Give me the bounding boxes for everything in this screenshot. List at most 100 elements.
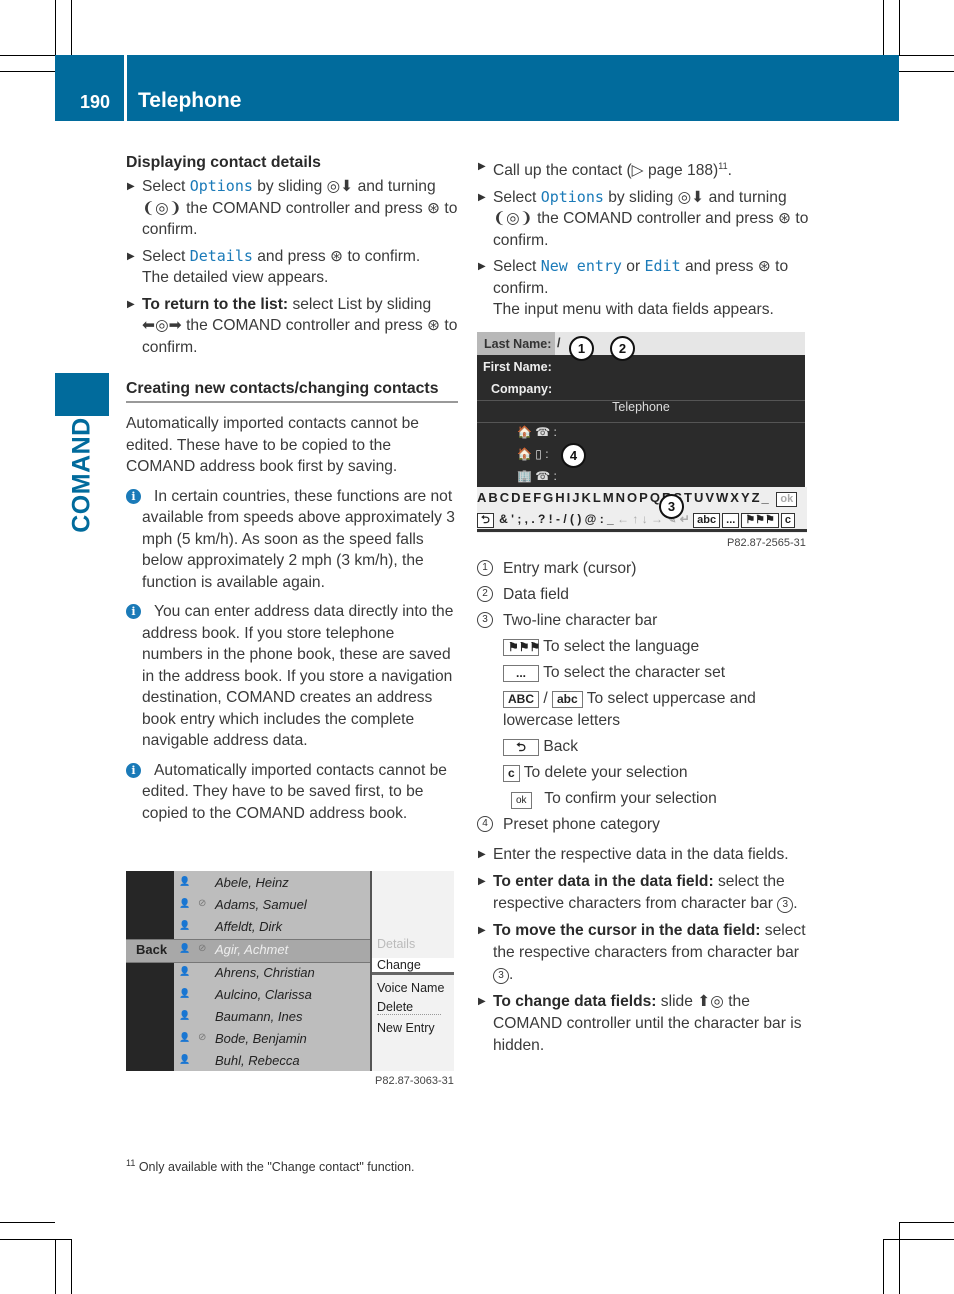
step: Select Options by sliding ◎⬇ and turning… xyxy=(477,187,812,252)
left-column: Displaying contact details Select Option… xyxy=(126,152,458,832)
person-icon: 👤 xyxy=(179,943,191,953)
back-key[interactable]: ⮌ xyxy=(477,513,494,528)
contact-row[interactable]: 👤 ⊘ Bode, Benjamin xyxy=(174,1029,370,1051)
contact-row[interactable]: 👤 Abele, Heinz xyxy=(174,873,370,895)
step-result: The input menu with data fields appears. xyxy=(493,301,774,319)
contact-name: Affeldt, Dirk xyxy=(215,919,283,934)
legend-item: 2 Data field xyxy=(477,584,812,606)
callout-1: 1 xyxy=(569,336,594,361)
ui-term-details: Details xyxy=(189,246,253,265)
input-menu-screenshot: Last Name: / First Name: Company: Teleph… xyxy=(477,332,807,533)
home-phone-row[interactable]: 🏠 ☎ : xyxy=(517,425,557,439)
menu-item-new-entry[interactable]: New Entry xyxy=(377,1021,435,1035)
legend-sub-item: ok To confirm your selection xyxy=(477,788,812,810)
person-icon: 👤 xyxy=(179,1032,191,1042)
info-note: i Automatically imported contacts cannot… xyxy=(126,760,458,825)
options-menu: Details Change Voice Name Delete New Ent… xyxy=(372,871,454,1071)
crop-mark xyxy=(883,0,884,55)
menu-item-change[interactable]: Change xyxy=(372,958,454,975)
person-icon: 👤 xyxy=(179,920,191,930)
ok-key[interactable]: ok xyxy=(776,492,798,507)
step: To move the cursor in the data field: se… xyxy=(477,920,812,986)
contact-row[interactable]: 👤 Buhl, Rebecca xyxy=(174,1051,370,1073)
contact-row[interactable]: 👤 Aulcino, Clarissa xyxy=(174,985,370,1007)
contact-list: 👤 Abele, Heinz 👤 ⊘ Adams, Samuel 👤 Affeldt, Di… xyxy=(174,871,370,1071)
contact-name: Adams, Samuel xyxy=(215,897,307,912)
divider xyxy=(477,422,805,423)
crop-mark xyxy=(55,0,56,55)
charset-key-icon: ... xyxy=(503,665,539,682)
bottom-bar xyxy=(477,529,807,532)
info-icon: i xyxy=(126,488,141,504)
step: Enter the respective data in the data fi… xyxy=(477,844,812,866)
page-title: Telephone xyxy=(138,89,242,112)
step: Call up the contact (▷ page 188)11. xyxy=(477,156,812,182)
language-key-icon: ⚑⚑⚑ xyxy=(503,639,540,656)
voice-icon: ⊘ xyxy=(198,898,207,909)
character-bar-line2[interactable]: ⮌ & ' ; , . ? ! - / ( ) @ : _ ← ↑ ↓ → ✎ … xyxy=(477,512,797,528)
crop-mark xyxy=(883,1239,954,1240)
back-panel xyxy=(126,871,174,1071)
section-heading: Displaying contact details xyxy=(126,154,321,171)
crop-mark xyxy=(71,1239,72,1294)
delete-key-icon: c xyxy=(503,765,520,782)
contact-row[interactable]: 👤 Ahrens, Christian xyxy=(174,963,370,985)
first-name-label: First Name: xyxy=(483,360,552,374)
crop-mark xyxy=(883,1239,884,1294)
company-label: Company: xyxy=(491,382,553,396)
person-icon: 👤 xyxy=(179,1054,191,1064)
legend: 1 Entry mark (cursor) 2 Data field 3 Two-li… xyxy=(477,558,812,1062)
ui-term-edit: Edit xyxy=(644,257,681,276)
menu-item-details[interactable]: Details xyxy=(377,937,415,951)
step-result: The detailed view appears. xyxy=(142,269,329,286)
figure-code: P82.87-2565-31 xyxy=(727,537,806,549)
back-button[interactable]: Back xyxy=(136,942,167,957)
contact-list-screenshot: 👤 Abele, Heinz 👤 ⊘ Adams, Samuel 👤 Affeldt, Di… xyxy=(126,871,454,1071)
contact-name: Bode, Benjamin xyxy=(215,1031,307,1046)
language-key[interactable]: ⚑⚑⚑ xyxy=(741,513,779,528)
info-note: i You can enter address data directly in… xyxy=(126,601,458,752)
crop-mark xyxy=(899,55,954,56)
contact-row[interactable]: 👤 ⊘ Adams, Samuel xyxy=(174,895,370,917)
charset-key[interactable]: ... xyxy=(722,513,740,528)
back-key-icon: ⮌ xyxy=(503,739,539,756)
legend-item: 1 Entry mark (cursor) xyxy=(477,558,812,580)
callout-2: 2 xyxy=(610,336,635,361)
header-separator xyxy=(124,55,127,121)
selected-row[interactable]: Back 👤 ⊘ Agir, Achmet xyxy=(126,939,370,963)
crop-mark xyxy=(0,71,55,72)
crop-mark xyxy=(899,71,954,72)
figure-code: P82.87-3063-31 xyxy=(375,1075,454,1087)
person-icon: 👤 xyxy=(179,876,191,886)
ui-term-options: Options xyxy=(540,187,604,206)
voice-icon: ⊘ xyxy=(198,1032,207,1043)
crop-mark xyxy=(899,0,900,55)
person-icon: 👤 xyxy=(179,988,191,998)
menu-item-delete[interactable]: Delete xyxy=(377,1000,441,1015)
contact-name: Baumann, Ines xyxy=(215,1009,303,1024)
telephone-heading: Telephone xyxy=(612,400,670,414)
crop-mark xyxy=(55,1239,56,1294)
crop-mark xyxy=(71,0,72,55)
ok-key-icon: ok xyxy=(511,792,532,809)
step: To return to the list: select List by sl… xyxy=(126,294,458,359)
footnote: 11 Only available with the "Change conta… xyxy=(126,1158,415,1175)
crop-mark xyxy=(0,55,55,56)
contact-name: Buhl, Rebecca xyxy=(215,1053,300,1068)
menu-item-voice-name[interactable]: Voice Name xyxy=(377,981,444,995)
work-phone-row[interactable]: 🏢 ☎ : xyxy=(517,469,557,483)
crop-mark xyxy=(899,1222,900,1294)
step: Select New entry or Edit and press ⊛ to … xyxy=(477,256,812,321)
legend-sub-item: ... To select the character set xyxy=(477,662,812,684)
home-mobile-row[interactable]: 🏠 ▯ : xyxy=(517,447,549,461)
uppercase-key-icon: ABC xyxy=(503,691,539,708)
legend-sub-item: ⮌ Back xyxy=(477,736,812,758)
selected-contact[interactable]: Agir, Achmet xyxy=(215,942,288,957)
contact-row[interactable]: 👤 Baumann, Ines xyxy=(174,1007,370,1029)
character-bar-line1[interactable]: ABCDEFGHIJKLMNOPQRSTUVWXYZ_ ok xyxy=(477,490,799,507)
crop-mark xyxy=(0,1239,71,1240)
delete-key[interactable]: c xyxy=(780,513,796,528)
contact-row[interactable]: 👤 Affeldt, Dirk xyxy=(174,917,370,939)
lowercase-key[interactable]: abc xyxy=(693,513,721,528)
cursor: / xyxy=(557,336,561,350)
